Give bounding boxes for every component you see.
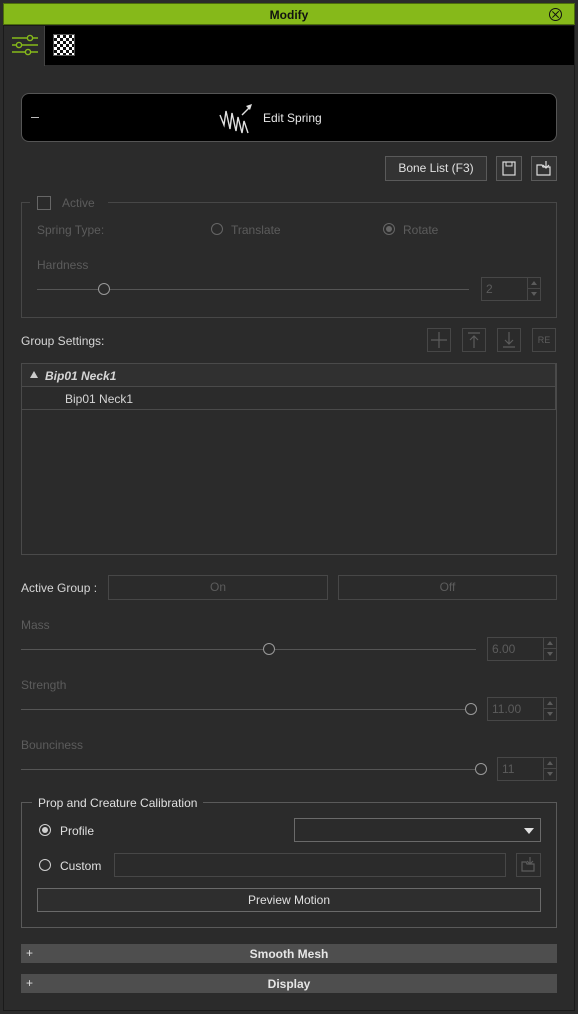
mass-decrement[interactable] <box>543 649 556 660</box>
hardness-value: 2 <box>486 282 493 296</box>
reset-label: RE <box>537 335 551 345</box>
reset-group-button[interactable]: RE <box>532 328 556 352</box>
move-bottom-icon <box>503 332 515 348</box>
profile-dropdown[interactable] <box>294 818 541 842</box>
tab-modify[interactable] <box>4 26 45 66</box>
chevron-down-icon <box>524 828 534 834</box>
strength-increment[interactable] <box>543 698 556 709</box>
bounciness-increment[interactable] <box>543 758 556 769</box>
sliders-icon <box>12 34 38 56</box>
strength-decrement[interactable] <box>543 709 556 720</box>
profile-label: Profile <box>60 824 95 838</box>
active-on-button[interactable]: On <box>108 575 328 600</box>
bone-list-button[interactable]: Bone List (F3) <box>385 156 487 181</box>
spring-icon <box>219 104 252 134</box>
display-label: Display <box>267 977 311 991</box>
hardness-decrement[interactable] <box>527 289 540 300</box>
translate-label: Translate <box>231 223 281 237</box>
bounciness-value: 11 <box>502 762 515 776</box>
rotate-label: Rotate <box>403 223 439 237</box>
move-top-button[interactable] <box>462 328 486 352</box>
edit-spring-label: Edit Spring <box>263 111 322 125</box>
load-button[interactable] <box>531 156 557 181</box>
strength-label: Strength <box>21 678 67 692</box>
add-group-button[interactable] <box>427 328 451 352</box>
strength-value: 11.00 <box>492 702 522 716</box>
close-icon[interactable] <box>549 8 562 21</box>
checker-icon[interactable] <box>53 34 75 56</box>
hardness-spinbox[interactable]: 2 <box>481 277 541 301</box>
bounciness-decrement[interactable] <box>543 769 556 780</box>
custom-load-button[interactable] <box>516 853 541 877</box>
strength-slider-knob[interactable] <box>465 703 477 715</box>
bounciness-track <box>21 769 486 770</box>
active-group-label: Active Group : <box>21 581 98 595</box>
bounciness-slider-knob[interactable] <box>475 763 487 775</box>
custom-label: Custom <box>60 859 102 873</box>
move-top-icon <box>468 332 480 348</box>
spring-settings-group <box>21 202 557 318</box>
collapse-icon[interactable] <box>31 117 39 118</box>
strength-track <box>21 709 476 710</box>
mass-value: 6.00 <box>492 642 516 656</box>
hardness-label: Hardness <box>37 258 89 272</box>
mass-slider-knob[interactable] <box>263 643 275 655</box>
mass-increment[interactable] <box>543 638 556 649</box>
hardness-increment[interactable] <box>527 278 540 289</box>
profile-radio[interactable] <box>39 824 51 836</box>
active-off-button[interactable]: Off <box>338 575 557 600</box>
display-section[interactable]: + Display <box>21 974 557 993</box>
tree-parent-label: Bip01 Neck1 <box>45 369 117 383</box>
strength-spinbox[interactable]: 11.00 <box>487 697 557 721</box>
smooth-mesh-section[interactable]: + Smooth Mesh <box>21 944 557 963</box>
group-settings-label: Group Settings: <box>21 334 105 348</box>
tab-strip <box>4 26 574 65</box>
save-button[interactable] <box>496 156 522 181</box>
spring-type-label: Spring Type: <box>37 223 105 237</box>
custom-path-field[interactable] <box>114 853 506 877</box>
translate-radio[interactable] <box>211 223 223 235</box>
window-title: Modify <box>269 8 309 22</box>
tree-child-label: Bip01 Neck1 <box>65 392 134 406</box>
mass-spinbox[interactable]: 6.00 <box>487 637 557 661</box>
custom-radio[interactable] <box>39 859 51 871</box>
plus-icon <box>431 332 447 348</box>
calibration-title: Prop and Creature Calibration <box>32 796 204 810</box>
move-bottom-button[interactable] <box>497 328 521 352</box>
folder-open-icon <box>521 857 535 872</box>
mass-label: Mass <box>21 618 50 632</box>
save-icon <box>502 161 516 176</box>
active-label: Active <box>62 196 95 210</box>
folder-open-icon <box>536 161 551 176</box>
bounciness-spinbox[interactable]: 11 <box>497 757 557 781</box>
hardness-slider-knob[interactable] <box>98 283 110 295</box>
mass-track <box>21 649 476 650</box>
smooth-mesh-label: Smooth Mesh <box>249 947 329 961</box>
tree-row-child[interactable]: Bip01 Neck1 <box>22 387 556 410</box>
title-bar: Modify <box>3 3 575 25</box>
bone-tree[interactable]: Bip01 Neck1 Bip01 Neck1 <box>21 363 557 555</box>
bounciness-label: Bounciness <box>21 738 84 752</box>
active-checkbox[interactable] <box>37 196 51 210</box>
preview-motion-button[interactable]: Preview Motion <box>37 888 541 912</box>
rotate-radio[interactable] <box>383 223 395 235</box>
expand-triangle-icon[interactable] <box>30 371 38 378</box>
tree-row-parent[interactable]: Bip01 Neck1 <box>22 364 556 387</box>
edit-spring-bar[interactable]: Edit Spring <box>21 93 557 142</box>
